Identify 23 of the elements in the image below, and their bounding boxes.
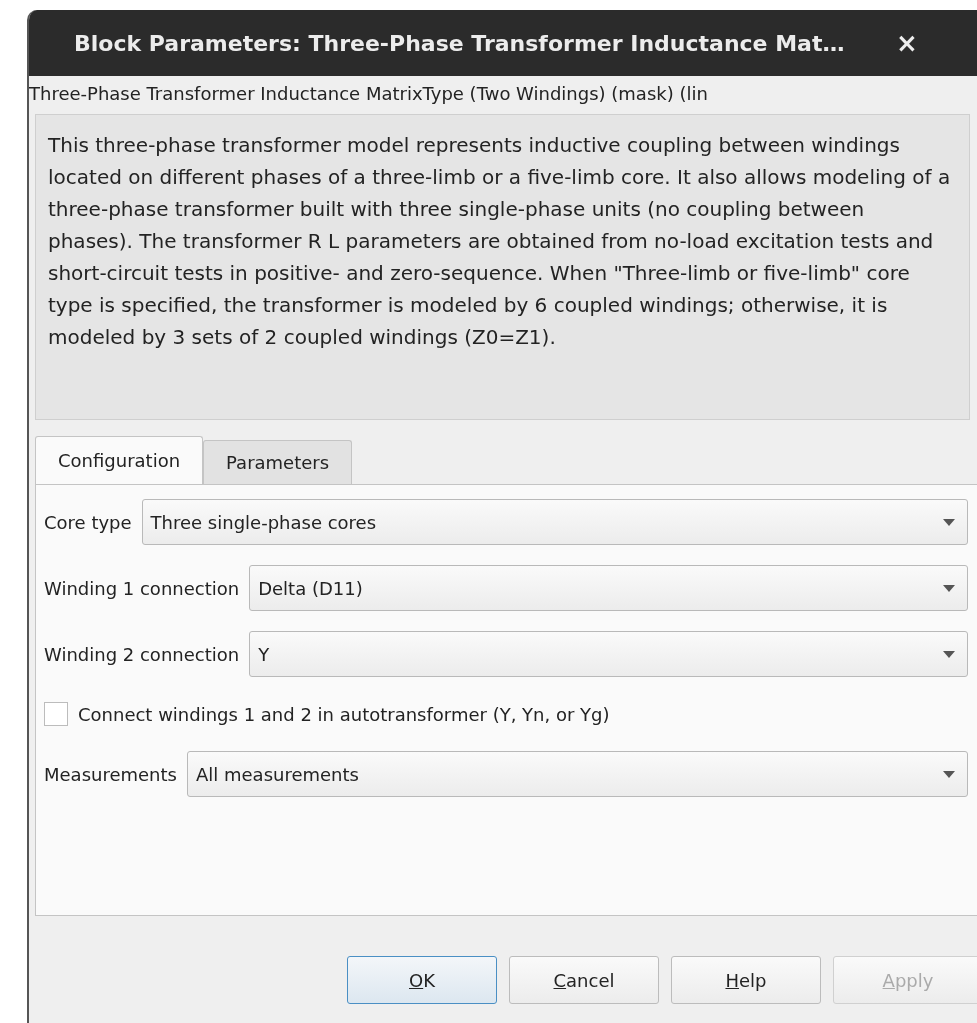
field-label: Core type — [44, 511, 132, 533]
block-name: Three-Phase Transformer Inductance MatrixType (Two Windings) (mask) (lin — [29, 82, 709, 106]
window-title: Block Parameters: Three-Phase Transformer Inductance Mat… — [74, 30, 846, 56]
dialog-button[interactable]: Help — [671, 956, 821, 1004]
dropdown[interactable]: All measurements — [186, 751, 968, 797]
caret-icon — [943, 770, 955, 778]
checkbox-label: Connect windings 1 and 2 in autotransformer (Y, Yn, or Yg) — [78, 703, 610, 725]
dialog-button[interactable]: Cancel — [509, 956, 659, 1004]
dropdown[interactable]: Three single-phase cores — [141, 499, 968, 545]
field-label: Measurements — [44, 763, 177, 785]
dropdown[interactable]: Delta (D11) — [249, 565, 968, 611]
caret-icon — [943, 650, 955, 658]
field-label: Winding 1 connection — [44, 577, 240, 599]
description-text: This three-phase transformer model represents inductive coupling between windings located on different phases of a three-limb or a five-limb core. It also allows modeling of a three-phase transformer built with three single-phase units (no coupling between phases). The transformer R L parameters are obtained from no-load excitation tests and short-circuit tests in positive- and zero-sequence. When "Three-limb or five-limb" core type is specified, the transformer is modeled by 6 coupled windings; otherwise, it is modeled by 3 sets of 2 coupled windings (Z0=Z1). — [35, 114, 970, 420]
checkbox[interactable] — [44, 702, 68, 726]
close-button[interactable]: × — [896, 28, 964, 58]
dialog-button[interactable]: OK — [347, 956, 497, 1004]
tab[interactable]: Parameters — [203, 440, 353, 484]
caret-icon — [943, 584, 955, 592]
caret-icon — [943, 518, 955, 526]
field-label: Winding 2 connection — [44, 643, 240, 665]
tab[interactable]: Configuration — [35, 436, 204, 484]
dropdown[interactable]: Y — [249, 631, 968, 677]
